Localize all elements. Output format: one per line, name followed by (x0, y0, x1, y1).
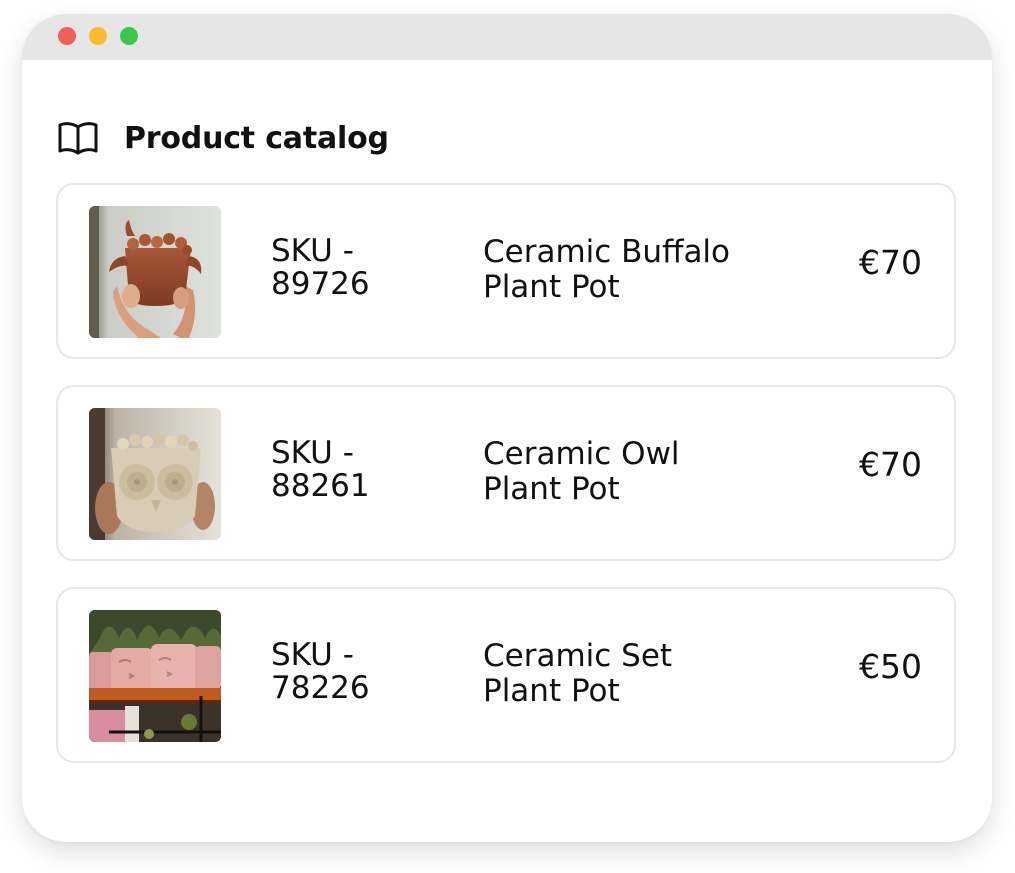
catalog-header: Product catalog (58, 118, 389, 158)
product-price: €70 (859, 243, 922, 282)
product-name-line: Plant Pot (483, 471, 620, 507)
product-list: SKU - 89726 Ceramic Buffalo Plant Pot €7… (56, 183, 956, 789)
product-sku: SKU - 78226 (271, 639, 421, 705)
product-name-line: Ceramic Buffalo (483, 234, 731, 270)
product-sku: SKU - 89726 (271, 235, 421, 301)
product-card[interactable]: SKU - 78226 Ceramic Set Plant Pot €50 (56, 587, 956, 763)
window-titlebar (22, 14, 992, 60)
product-name-line: Plant Pot (483, 269, 620, 305)
close-window-button[interactable] (58, 27, 76, 45)
minimize-window-button[interactable] (89, 27, 107, 45)
pink-face-pots-shelf-photo (89, 610, 221, 742)
product-name-line: Ceramic Set (483, 638, 673, 674)
product-thumbnail[interactable] (89, 610, 221, 742)
sku-number: 88261 (271, 468, 370, 504)
product-name: Ceramic Owl Plant Pot (483, 437, 783, 507)
product-sku: SKU - 88261 (271, 437, 421, 503)
beige-owl-pot-photo (89, 408, 221, 540)
page-title: Product catalog (124, 120, 389, 156)
sku-label: SKU - (271, 435, 354, 471)
product-name: Ceramic Set Plant Pot (483, 639, 783, 709)
product-name: Ceramic Buffalo Plant Pot (483, 235, 783, 305)
sku-label: SKU - (271, 637, 354, 673)
product-name-line: Plant Pot (483, 673, 620, 709)
product-name-line: Ceramic Owl (483, 436, 680, 472)
product-price: €70 (859, 445, 922, 484)
sku-number: 89726 (271, 266, 370, 302)
zoom-window-button[interactable] (120, 27, 138, 45)
product-card[interactable]: SKU - 89726 Ceramic Buffalo Plant Pot €7… (56, 183, 956, 359)
book-open-icon (58, 122, 98, 155)
product-thumbnail[interactable] (89, 206, 221, 338)
terracotta-buffalo-pot-photo (89, 206, 221, 338)
sku-number: 78226 (271, 670, 370, 706)
product-card[interactable]: SKU - 88261 Ceramic Owl Plant Pot €70 (56, 385, 956, 561)
app-window: Product catalog SKU - 89726 Ceramic Buff… (22, 14, 992, 842)
product-thumbnail[interactable] (89, 408, 221, 540)
product-price: €50 (859, 647, 922, 686)
sku-label: SKU - (271, 233, 354, 269)
